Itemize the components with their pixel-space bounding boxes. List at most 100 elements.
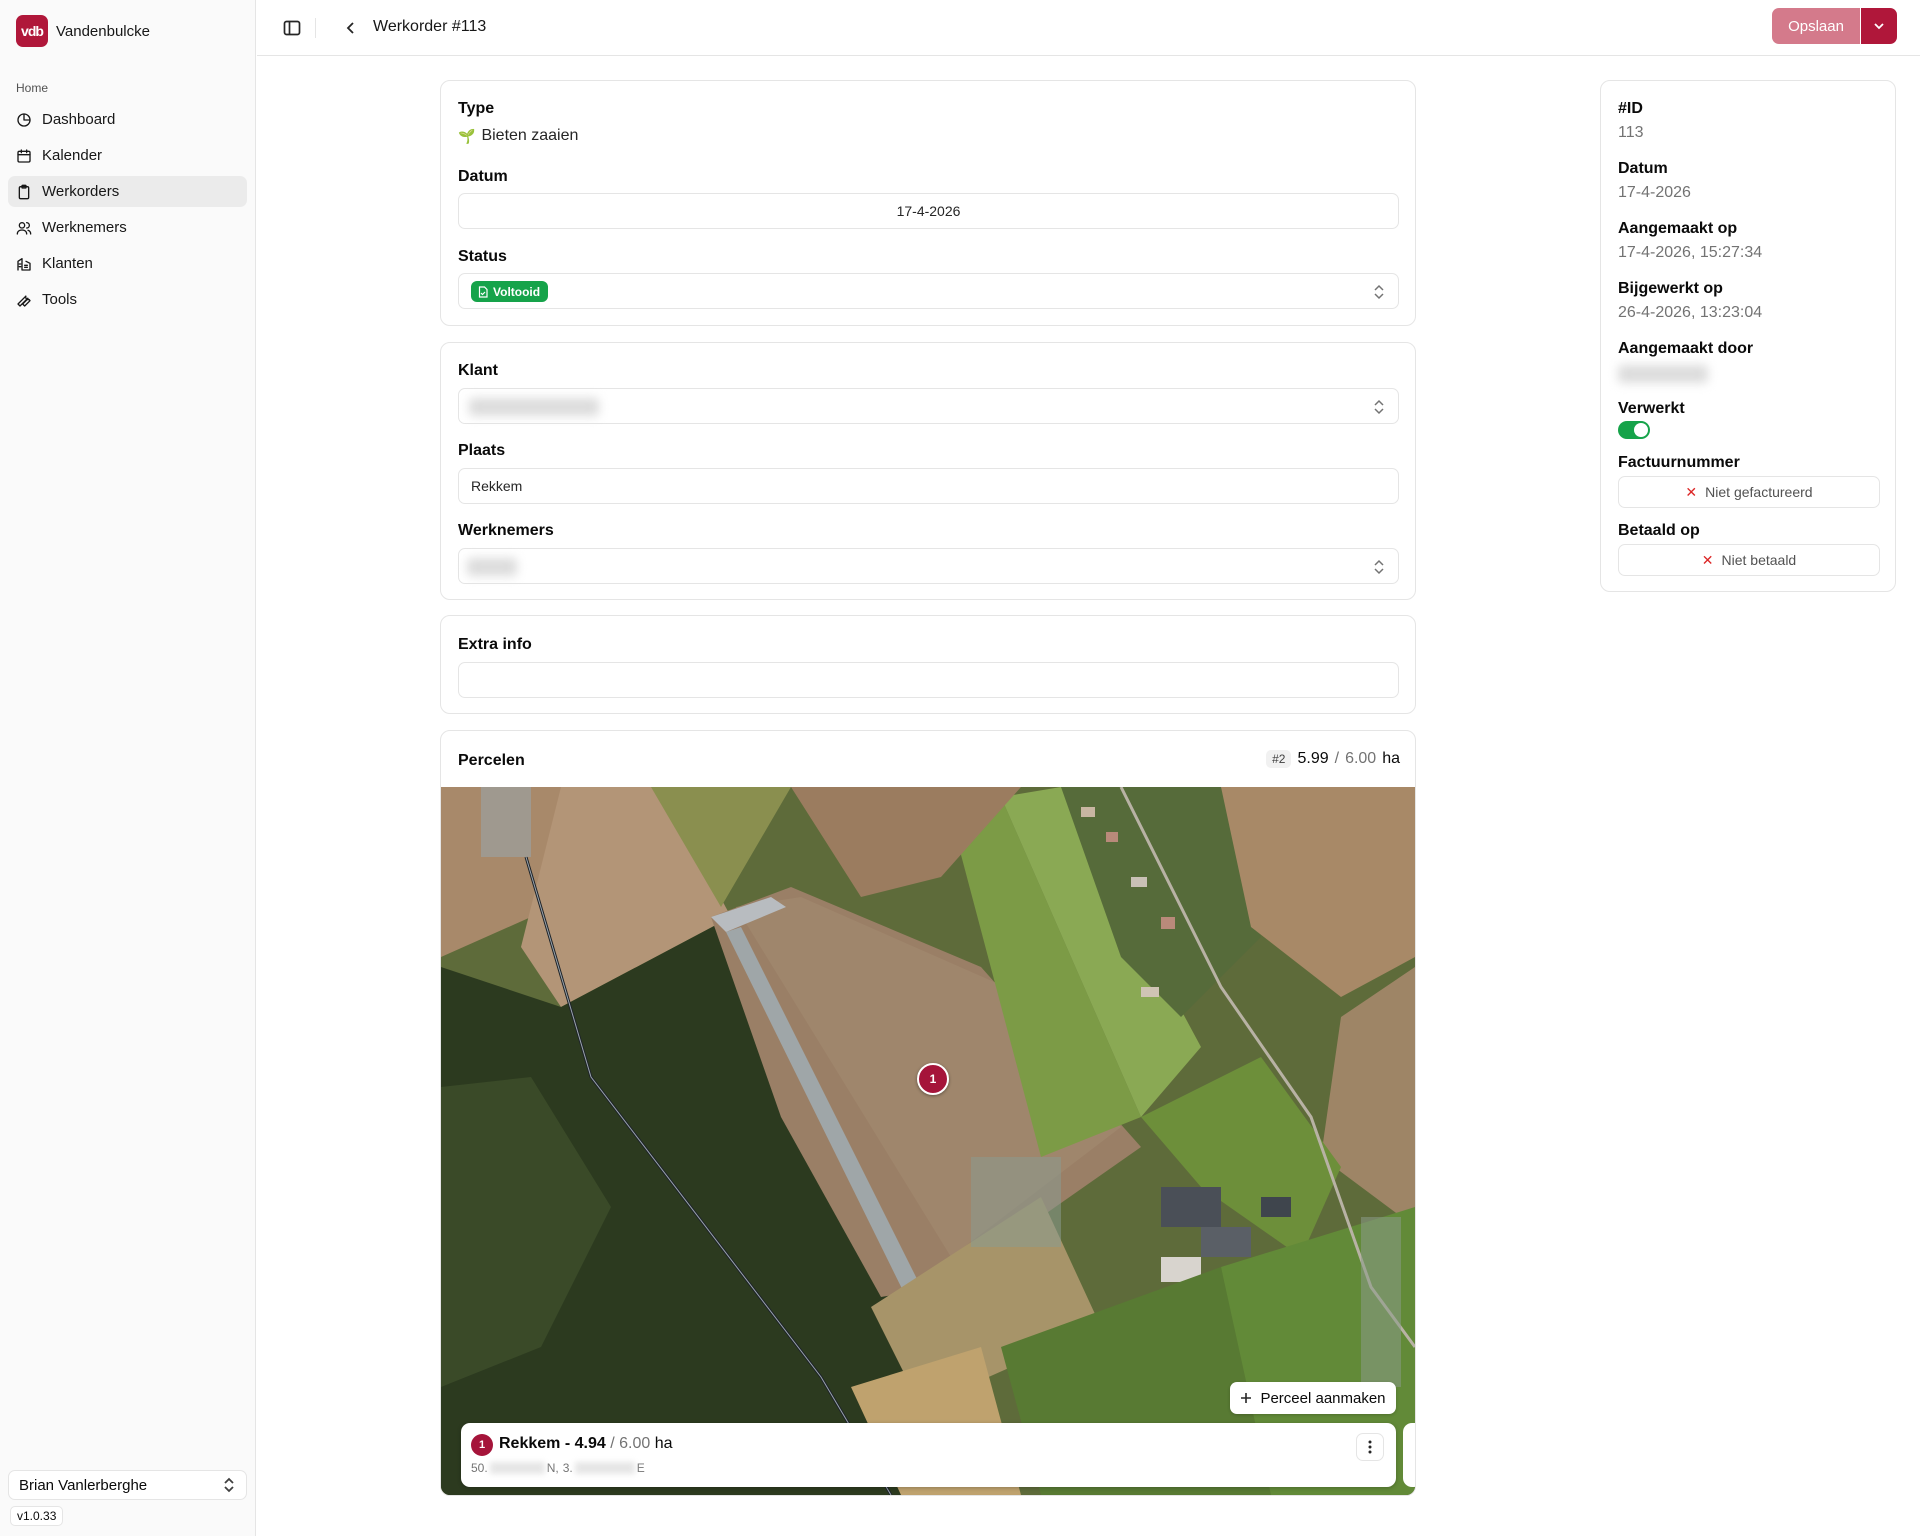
area-separator: /	[1334, 750, 1340, 767]
status-select[interactable]: Voltooid	[458, 273, 1399, 309]
nav-group-label: Home	[16, 81, 49, 95]
client-label: Klant	[458, 362, 498, 379]
percelen-count-badge: #2	[1266, 750, 1292, 768]
percelen-title: Percelen	[458, 752, 525, 769]
chevrons-up-down-icon	[1374, 559, 1384, 575]
sidebar-item-label: Tools	[42, 291, 78, 308]
x-icon: ✕	[1701, 551, 1714, 568]
map-view[interactable]: 1 Perceel aanmaken 1 Rekkem - 4.94 / 6.0…	[441, 787, 1415, 1495]
chevrons-up-down-icon	[1374, 399, 1384, 415]
redacted-lat	[489, 1462, 545, 1474]
redacted-worker	[467, 558, 517, 576]
parcel-name: Rekkem	[499, 1435, 561, 1452]
sidebar-item-label: Kalender	[42, 147, 103, 164]
created-label: Aangemaakt op	[1618, 220, 1738, 237]
workers-label: Werknemers	[458, 522, 554, 539]
area-done: 5.99	[1297, 750, 1329, 767]
parcel-title: Rekkem - 4.94 / 6.00 ha	[499, 1435, 673, 1453]
paid-value: Niet betaald	[1721, 552, 1797, 568]
place-label: Plaats	[458, 442, 506, 459]
area-total: 6.00	[1345, 750, 1377, 767]
chevrons-up-down-icon	[224, 1477, 234, 1493]
user-menu-button[interactable]: Brian Vanlerberghe	[8, 1470, 247, 1500]
redacted-client	[469, 398, 599, 416]
lat-suffix: N,	[546, 1461, 559, 1475]
sidebar: vdb Vandenbulcke Home Dashboard Kalender…	[0, 0, 256, 1536]
create-parcel-button[interactable]: Perceel aanmaken	[1230, 1382, 1396, 1414]
version-badge: v1.0.33	[10, 1506, 64, 1526]
parcel-marker[interactable]: 1	[917, 1063, 949, 1095]
parcel-area: 4.94	[574, 1435, 606, 1452]
save-options-button[interactable]	[1861, 8, 1897, 44]
paid-button[interactable]: ✕ Niet betaald	[1618, 544, 1880, 576]
topbar: Werkorder #113 Opslaan	[257, 0, 1920, 56]
updated-label: Bijgewerkt op	[1618, 280, 1723, 297]
parcel-area-total: 6.00	[619, 1435, 651, 1452]
brand-logo: vdb	[16, 15, 48, 47]
workers-select[interactable]	[458, 548, 1399, 584]
type-text: Bieten zaaien	[481, 127, 579, 144]
parcel-card[interactable]: 1 Rekkem - 4.94 / 6.00 ha 50. N, 3. E	[461, 1423, 1396, 1487]
invoice-label: Factuurnummer	[1618, 454, 1740, 471]
page-title: Werkorder #113	[373, 18, 487, 35]
wrench-icon	[17, 295, 31, 307]
file-check-icon	[478, 285, 488, 298]
sidebar-item-kalender[interactable]: Kalender	[8, 140, 247, 171]
status-text: Voltooid	[493, 284, 541, 299]
place-value: Rekkem	[471, 478, 523, 494]
meta-date-value: 17-4-2026	[1618, 184, 1691, 201]
chevrons-up-down-icon	[1374, 284, 1384, 300]
sidebar-item-label: Werknemers	[42, 219, 127, 236]
sidebar-toggle-icon[interactable]	[283, 19, 301, 37]
parcel-menu-button[interactable]	[1356, 1433, 1384, 1461]
extra-info-input[interactable]	[458, 662, 1399, 698]
x-icon: ✕	[1685, 483, 1698, 500]
type-value: 🌱 Bieten zaaien	[458, 127, 578, 145]
status-badge: Voltooid	[471, 281, 549, 302]
redacted-lon	[574, 1462, 635, 1474]
redacted-creator	[1618, 365, 1708, 383]
date-field[interactable]: 17-4-2026	[458, 193, 1399, 229]
lat-prefix: 50.	[471, 1461, 488, 1475]
meta-card: #ID 113 Datum 17-4-2026 Aangemaakt op 17…	[1600, 80, 1896, 592]
processed-toggle[interactable]	[1618, 421, 1650, 439]
lon-prefix: 3.	[562, 1461, 573, 1475]
sidebar-nav: Dashboard Kalender Werkorders Werknemers…	[8, 104, 247, 320]
extra-info-card: Extra info	[440, 615, 1416, 714]
parcel-dash: -	[564, 1435, 571, 1452]
beet-icon: 🌱	[458, 127, 476, 144]
client-card: Klant Plaats Rekkem Werknemers	[440, 342, 1416, 600]
date-label: Datum	[458, 168, 508, 185]
type-label: Type	[458, 100, 495, 117]
divider	[315, 18, 316, 38]
brand-name: Vandenbulcke	[56, 22, 150, 40]
parcel-coordinates: 50. N, 3. E	[471, 1461, 645, 1475]
parcel-area-sep: /	[610, 1435, 615, 1452]
parcel-card-next[interactable]	[1403, 1423, 1415, 1487]
create-parcel-label: Perceel aanmaken	[1260, 1389, 1386, 1407]
paid-label: Betaald op	[1618, 522, 1700, 539]
sidebar-item-label: Werkorders	[42, 183, 120, 200]
brand[interactable]: vdb Vandenbulcke	[16, 15, 150, 47]
sidebar-item-dashboard[interactable]: Dashboard	[8, 104, 247, 135]
id-value: 113	[1618, 124, 1644, 141]
sidebar-item-werknemers[interactable]: Werknemers	[8, 212, 247, 243]
id-label: #ID	[1618, 100, 1643, 117]
calendar-icon	[17, 148, 31, 163]
place-input[interactable]: Rekkem	[458, 468, 1399, 504]
client-select[interactable]	[458, 388, 1399, 424]
meta-date-label: Datum	[1618, 160, 1668, 177]
lon-suffix: E	[636, 1461, 645, 1475]
invoice-button[interactable]: ✕ Niet gefactureerd	[1618, 476, 1880, 508]
invoice-value: Niet gefactureerd	[1705, 484, 1813, 500]
chevron-left-icon[interactable]	[343, 20, 359, 36]
sidebar-item-werkorders[interactable]: Werkorders	[8, 176, 247, 207]
dashboard-icon	[17, 112, 31, 127]
percelen-area-summary: #2 5.99 / 6.00 ha	[1266, 750, 1400, 768]
sidebar-item-klanten[interactable]: Klanten	[8, 248, 247, 279]
more-vertical-icon	[1368, 1440, 1372, 1454]
created-value: 17-4-2026, 15:27:34	[1618, 244, 1763, 261]
sidebar-item-tools[interactable]: Tools	[8, 284, 247, 315]
clipboard-icon	[18, 184, 30, 199]
save-button[interactable]: Opslaan	[1772, 8, 1860, 44]
